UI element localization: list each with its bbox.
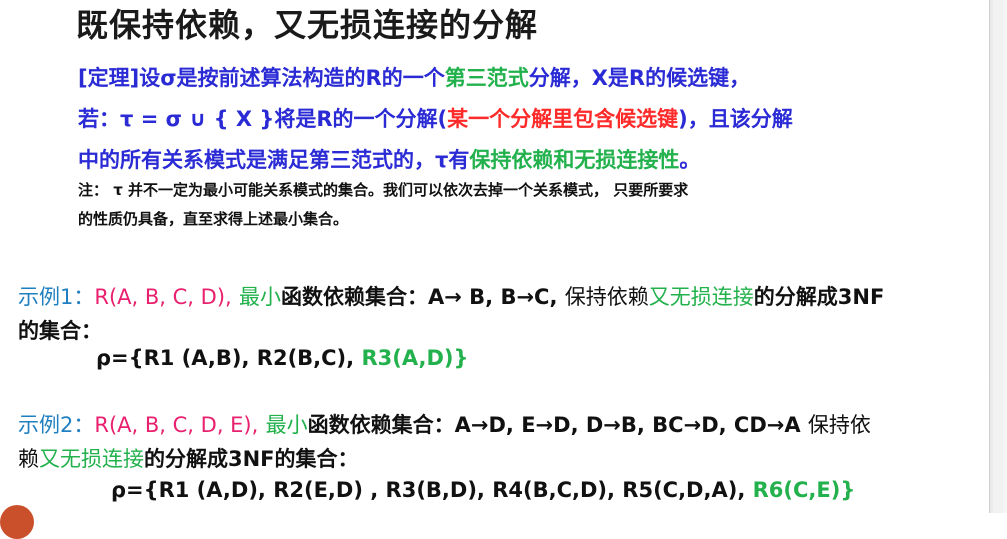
- decomposition-1: ρ={R1 (A,B), R2(B,C), R3(A,D)}: [96, 346, 468, 370]
- example-text: 函数依赖集合：A→ B, B→C,: [281, 285, 558, 309]
- minimal-highlight: 最小: [265, 413, 308, 437]
- example-text: 保持依赖: [564, 285, 649, 309]
- decomposition-added-relation: R3(A,D)}: [361, 346, 469, 370]
- example-1: 示例1：R(A, B, C, D), 最小函数依赖集合：A→ B, B→C, 保…: [18, 280, 993, 348]
- minimal-highlight: 最小: [239, 285, 281, 309]
- vertical-scrollbar[interactable]: [989, 0, 1007, 513]
- theorem-text: 若：τ = σ ∪ { X }将是R的一个分解(: [78, 107, 448, 131]
- example-1-line-2: 的集合：: [18, 319, 102, 343]
- example-label: 示例2：: [18, 413, 95, 437]
- decomposition-text: ρ={R1 (A,D), R2(E,D) , R3(B,D), R4(B,C,D…: [111, 478, 746, 502]
- lossless-highlight: 又无损连接: [648, 285, 754, 309]
- theorem-block: [定理]设σ是按前述算法构造的R的一个第三范式分解，X是R的候选键， 若：τ =…: [78, 58, 898, 181]
- note-block: 注： τ 并不一定为最小可能关系模式的集合。我们可以依次去掉一个关系模式， 只要…: [78, 176, 908, 234]
- decomposition-2: ρ={R1 (A,D), R2(E,D) , R3(B,D), R4(B,C,D…: [111, 478, 855, 502]
- note-line-1: 注： τ 并不一定为最小可能关系模式的集合。我们可以依次去掉一个关系模式， 只要…: [78, 181, 689, 199]
- relation-schema: R(A, B, C, D, E),: [94, 413, 259, 437]
- dependency-lossless-highlight: 保持依赖和无损连接性: [469, 148, 680, 172]
- theorem-line-3: 中的所有关系模式是满足第三范式的，τ有保持依赖和无损连接性。: [78, 140, 898, 181]
- example-label: 示例1：: [18, 285, 95, 309]
- slide-title: 既保持依赖，又无损连接的分解: [76, 6, 539, 44]
- theorem-line-2: 若：τ = σ ∪ { X }将是R的一个分解(某一个分解里包含候选键)，且该分…: [78, 99, 898, 140]
- example-2-line-1: 示例2：R(A, B, C, D, E), 最小函数依赖集合：A→D, E→D,…: [18, 408, 993, 442]
- decomposition-added-relation: R6(C,E)}: [752, 478, 856, 502]
- relation-schema: R(A, B, C, D),: [94, 285, 232, 309]
- theorem-text: 。: [679, 148, 701, 172]
- example-text: 赖: [18, 447, 39, 471]
- theorem-text: [定理]设σ是按前述算法构造的R的一个: [78, 66, 445, 90]
- example-text: 的分解成3NF: [753, 285, 885, 309]
- candidate-key-highlight: 某一个分解里包含候选键: [447, 107, 679, 131]
- scrollbar-track[interactable]: [993, 0, 1003, 513]
- third-normal-form-highlight: 第三范式: [444, 66, 529, 90]
- example-text: 的分解成3NF的集合：: [144, 447, 359, 471]
- corner-decoration: [0, 505, 34, 539]
- lossless-highlight: 又无损连接: [39, 447, 144, 471]
- example-text: 保持依: [807, 413, 871, 437]
- theorem-line-1: [定理]设σ是按前述算法构造的R的一个第三范式分解，X是R的候选键，: [78, 58, 898, 99]
- theorem-text: )，且该分解: [678, 107, 793, 131]
- example-1-line-1: 示例1：R(A, B, C, D), 最小函数依赖集合：A→ B, B→C, 保…: [18, 280, 993, 314]
- note-line-2: 的性质仍具备，直至求得上述最小集合。: [78, 210, 349, 228]
- decomposition-text: ρ={R1 (A,B), R2(B,C),: [96, 346, 355, 370]
- theorem-text: 分解，X是R的候选键，: [528, 66, 751, 90]
- theorem-text: 中的所有关系模式是满足第三范式的，τ有: [78, 148, 470, 172]
- example-2-line-2: 赖又无损连接的分解成3NF的集合：: [18, 442, 993, 476]
- example-text: 函数依赖集合：A→D, E→D, D→B, BC→D, CD→A: [307, 413, 801, 437]
- slide: 既保持依赖，又无损连接的分解 [定理]设σ是按前述算法构造的R的一个第三范式分解…: [0, 0, 993, 539]
- example-2: 示例2：R(A, B, C, D, E), 最小函数依赖集合：A→D, E→D,…: [18, 408, 993, 476]
